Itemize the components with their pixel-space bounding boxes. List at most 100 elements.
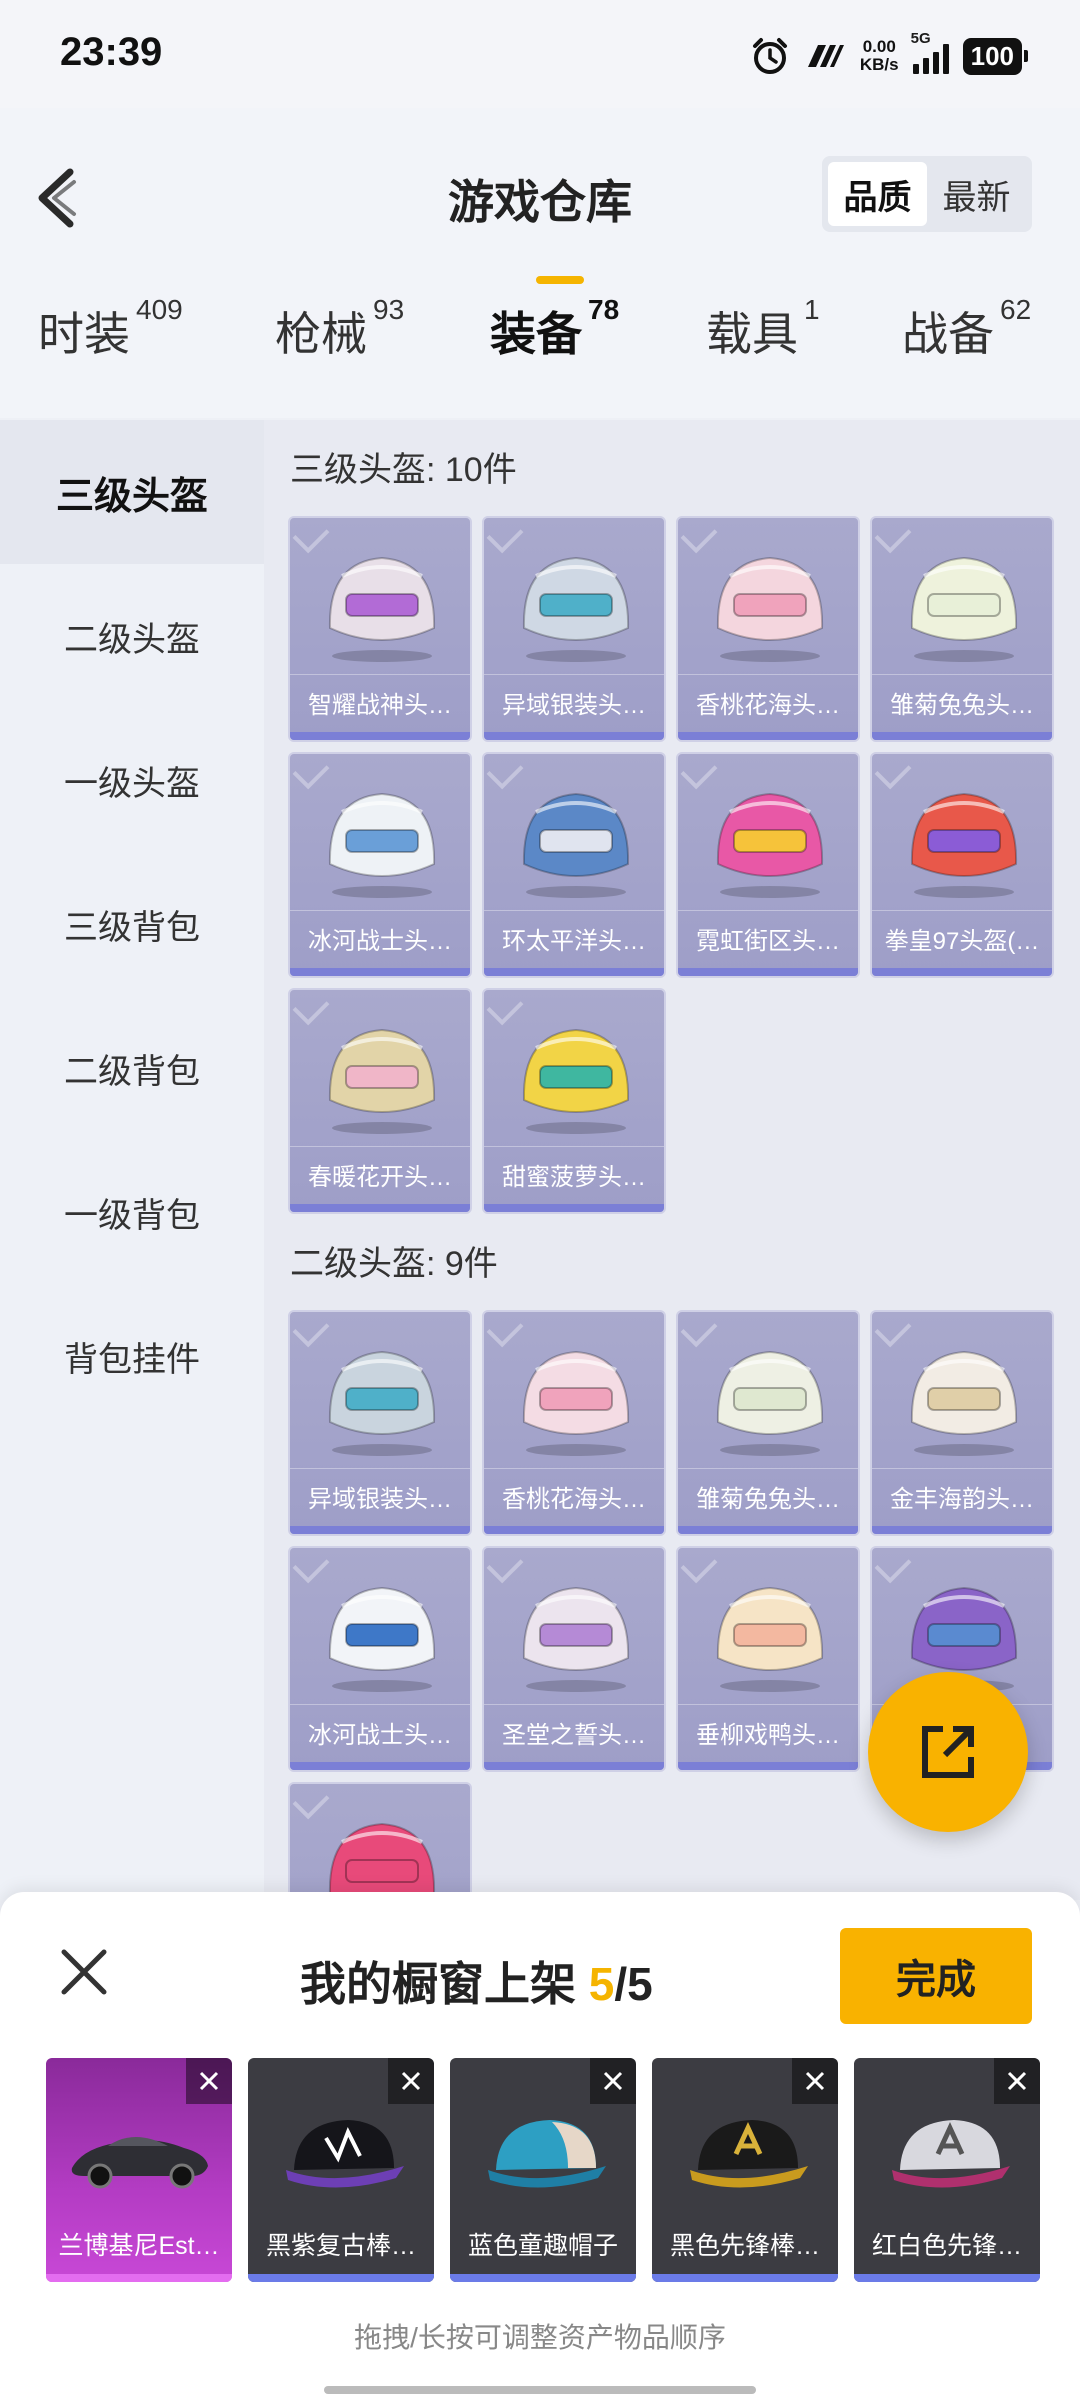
sidebar-item-level1-helmet[interactable]: 一级头盔 (0, 708, 264, 852)
item-name: 春暖花开头… (290, 1146, 470, 1202)
sidebar-item-level3-backpack[interactable]: 三级背包 (0, 852, 264, 996)
item-name: 圣堂之誓头… (484, 1704, 664, 1760)
showcase-item[interactable]: 蓝色童趣帽子 (450, 2058, 636, 2282)
item-name: 甜蜜菠萝头… (484, 1146, 664, 1202)
item-card[interactable]: 异域银装头… (482, 516, 666, 742)
app-header: 游戏仓库 品质 最新 时装 409 枪械 93 装备 78 载具 1 战备 62 (0, 108, 1080, 418)
sort-quality[interactable]: 品质 (828, 162, 927, 226)
tab-indicator (536, 276, 584, 284)
showcase-item-name: 蓝色童趣帽子 (467, 2232, 618, 2260)
status-bar: 23:39 0.00 KB/s 5G 100 (0, 0, 1080, 108)
showcase-item-name: 红白色先锋… (871, 2232, 1022, 2260)
showcase-item-name: 兰博基尼Est… (58, 2232, 220, 2260)
remove-icon[interactable] (388, 2058, 434, 2104)
sidebar-item-backpack-charm[interactable]: 背包挂件 (0, 1284, 264, 1428)
volte-icon (807, 45, 844, 67)
cap-image (892, 2120, 1010, 2188)
item-name: 异域银装头… (484, 674, 664, 730)
item-card[interactable]: 雏菊兔兔头… (870, 516, 1054, 742)
item-name: 智耀战神头… (290, 674, 470, 730)
sidebar-item-level1-backpack[interactable]: 一级背包 (0, 1140, 264, 1284)
tab-vehicles[interactable]: 载具 1 (706, 294, 820, 364)
cap-image (488, 2120, 606, 2188)
item-name: 雏菊兔兔头… (872, 674, 1052, 730)
helmet-image (328, 1586, 436, 1692)
helmet-image (716, 1586, 824, 1692)
item-card[interactable]: 香桃花海头… (482, 1310, 666, 1536)
section-title: 二级头盔: 9件 (290, 1245, 498, 1283)
showcase-item[interactable]: 黑色先锋棒… (652, 2058, 838, 2282)
done-button[interactable]: 完成 (840, 1928, 1032, 2024)
item-name: 雏菊兔兔头… (678, 1468, 858, 1524)
item-card[interactable]: 垂柳戏鸭头… (676, 1546, 860, 1772)
item-name: 异域银装头… (290, 1468, 470, 1524)
tab-fashion[interactable]: 时装 409 (38, 294, 183, 364)
tab-equipment[interactable]: 装备 78 (490, 294, 619, 364)
home-indicator[interactable] (324, 2386, 756, 2394)
remove-icon[interactable] (792, 2058, 838, 2104)
item-card[interactable]: 圣堂之誓头… (482, 1546, 666, 1772)
item-card[interactable]: 异域银装头… (288, 1310, 472, 1536)
item-card[interactable]: 霓虹街区头… (676, 752, 860, 978)
remove-icon[interactable] (590, 2058, 636, 2104)
item-card[interactable]: 雏菊兔兔头… (676, 1310, 860, 1536)
item-name: 香桃花海头… (678, 674, 858, 730)
item-card[interactable]: 香桃花海头… (676, 516, 860, 742)
showcase-sheet: 我的橱窗上架 5/5 完成 兰博基尼Est… 黑紫复古棒… 蓝色童趣帽子 黑色先… (0, 1892, 1080, 2400)
item-card[interactable]: 智耀战神头… (288, 516, 472, 742)
tab-supplies[interactable]: 战备 62 (902, 294, 1031, 364)
item-name: 冰河战士头… (290, 910, 470, 966)
item-card[interactable]: 环太平洋头… (482, 752, 666, 978)
helmet-image (716, 792, 824, 898)
sidebar-item-level2-helmet[interactable]: 二级头盔 (0, 564, 264, 708)
sidebar-item-level2-backpack[interactable]: 二级背包 (0, 996, 264, 1140)
remove-icon[interactable] (994, 2058, 1040, 2104)
showcase-item[interactable]: 兰博基尼Est… (46, 2058, 232, 2282)
item-card[interactable]: 甜蜜菠萝头… (482, 988, 666, 1214)
share-fab[interactable] (868, 1672, 1028, 1832)
item-name: 冰河战士头… (290, 1704, 470, 1760)
helmet-image (910, 792, 1018, 898)
item-card[interactable]: 冰河战士头… (288, 752, 472, 978)
helmet-image (522, 1350, 630, 1456)
item-card[interactable]: 金丰海韵头… (870, 1310, 1054, 1536)
share-icon (922, 1726, 974, 1778)
item-name: 拳皇97头盔(… (872, 910, 1052, 966)
sidebar-item-level3-helmet[interactable]: 三级头盔 (0, 420, 264, 564)
alarm-icon (752, 38, 787, 74)
sidebar: 三级头盔 二级头盔 一级头盔 三级背包 二级背包 一级背包 背包挂件 (0, 420, 264, 1900)
status-icons: 0.00 KB/s 5G 100 (750, 30, 1029, 78)
close-icon[interactable] (58, 1946, 110, 1998)
helmet-image (522, 792, 630, 898)
helmet-image (328, 1350, 436, 1456)
remove-icon[interactable] (186, 2058, 232, 2104)
item-name: 垂柳戏鸭头… (678, 1704, 858, 1760)
sort-toggle[interactable]: 品质 最新 (822, 156, 1032, 232)
showcase-shelf: 兰博基尼Est… 黑紫复古棒… 蓝色童趣帽子 黑色先锋棒… 红白色先锋… (46, 2058, 1046, 2282)
showcase-item[interactable]: 黑紫复古棒… (248, 2058, 434, 2282)
item-card[interactable]: 拳皇97头盔(… (870, 752, 1054, 978)
item-card[interactable]: 冰河战士头… (288, 1546, 472, 1772)
signal-icon: 5G (911, 30, 949, 74)
item-card[interactable] (288, 1782, 472, 1900)
car-image (71, 2137, 208, 2189)
helmet-image (328, 1822, 436, 1900)
back-arrow-icon[interactable] (30, 158, 90, 238)
tab-guns[interactable]: 枪械 93 (275, 294, 404, 364)
item-card[interactable]: 春暖花开头… (288, 988, 472, 1214)
clock: 23:39 (60, 30, 163, 74)
showcase-item-name: 黑紫复古棒… (265, 2232, 416, 2260)
reorder-hint: 拖拽/长按可调整资产物品顺序 (354, 2322, 726, 2353)
battery-icon: 100 (962, 37, 1029, 75)
showcase-item[interactable]: 红白色先锋… (854, 2058, 1040, 2282)
sort-newest[interactable]: 最新 (927, 162, 1026, 226)
helmet-image (328, 792, 436, 898)
net-speed: 0.00 KB/s (859, 37, 899, 74)
item-name: 香桃花海头… (484, 1468, 664, 1524)
item-name: 金丰海韵头… (872, 1468, 1052, 1524)
item-name: 霓虹街区头… (678, 910, 858, 966)
helmet-image (716, 556, 824, 662)
helmet-image (716, 1350, 824, 1456)
helmet-image (328, 1028, 436, 1134)
cap-image (690, 2120, 808, 2188)
